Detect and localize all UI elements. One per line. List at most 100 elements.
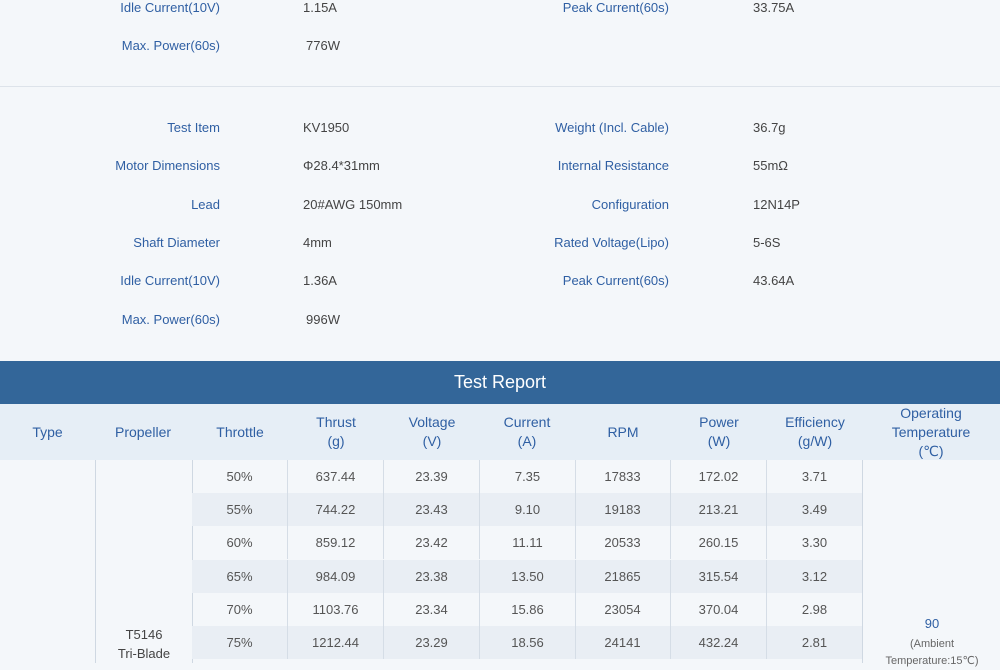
spec-row: Motor Dimensions Φ28.4*31mm Internal Res… [0,156,1000,176]
power-cell: 315.54 [671,560,767,593]
spec-value: 1.36A [303,273,337,288]
voltage-cell: 23.43 [384,493,480,526]
spec-value: 4mm [303,235,332,250]
table-body: T5146 Tri-Blade 50% 637.44 23.39 7.35 17… [0,460,1000,667]
voltage-cell: 23.38 [384,560,480,593]
spec-row: Max. Power(60s) 776W [0,36,1000,56]
efficiency-cell: 3.71 [767,460,863,493]
rpm-cell: 23054 [575,593,671,626]
thrust-cell: 859.12 [288,526,384,559]
throttle-cell: 55% [192,493,288,526]
table-header: Type Propeller Throttle Thrust (g) Voltag… [0,404,1000,460]
col-header-type: Type [32,423,63,440]
table-row: 60% 859.12 23.42 11.11 20533 260.15 3.30 [192,526,863,559]
col-header-efficiency: Efficiency (g/W) [785,414,845,449]
throttle-cell: 60% [192,526,288,559]
spec-label: Peak Current(60s) [562,273,669,288]
spec-label: Idle Current(10V) [120,273,220,288]
propeller-name: T5146 Tri-Blade [117,627,171,661]
spec-label: Weight (Incl. Cable) [555,120,669,135]
col-header-throttle: Throttle [216,423,264,440]
throttle-cell: 70% [192,593,288,626]
spec-label: Peak Current(60s) [562,0,669,15]
current-cell: 11.11 [480,526,576,559]
temperature-note: (Ambient Temperature:15℃) [885,638,979,667]
spec-row: Idle Current(10V) 1.15A Peak Current(60s… [0,0,1000,18]
col-header-voltage: Voltage (V) [408,414,456,449]
current-cell: 9.10 [480,493,576,526]
type-cell [0,460,95,663]
spec-label: Idle Current(10V) [120,0,220,15]
thrust-cell: 1103.76 [288,593,384,626]
voltage-cell: 23.34 [384,593,480,626]
efficiency-cell: 2.81 [767,626,863,659]
spec-row: Shaft Diameter 4mm Rated Voltage(Lipo) 5… [0,233,1000,253]
spec-value: 776W [306,38,340,53]
table-row: 70% 1103.76 23.34 15.86 23054 370.04 2.9… [192,593,863,626]
col-header-rpm: RPM [607,423,639,440]
test-report-title: Test Report [0,361,1000,404]
col-header-propeller: Propeller [114,423,172,440]
spec-value: KV1950 [303,120,350,135]
table-row: 65% 984.09 23.38 13.50 21865 315.54 3.12 [192,560,863,593]
rpm-cell: 24141 [575,626,671,659]
table-row: 75% 1212.44 23.29 18.56 24141 432.24 2.8… [192,626,863,659]
rpm-cell: 17833 [575,460,671,493]
current-cell: 7.35 [480,460,576,493]
current-cell: 13.50 [480,560,576,593]
spec-value: 12N14P [753,197,800,212]
thrust-cell: 637.44 [288,460,384,493]
spec-row: Test Item KV1950 Weight (Incl. Cable) 36… [0,118,1000,138]
efficiency-cell: 3.49 [767,493,863,526]
spec-value: 33.75A [753,0,795,15]
rpm-cell: 19183 [575,493,671,526]
power-cell: 370.04 [671,593,767,626]
col-header-temperature: Operating Temperature (℃) [891,404,971,459]
rpm-cell: 20533 [575,526,671,559]
voltage-cell: 23.42 [384,526,480,559]
thrust-cell: 984.09 [288,560,384,593]
spec-value: 36.7g [753,120,786,135]
voltage-cell: 23.39 [384,460,480,493]
spec-label: Max. Power(60s) [121,38,220,53]
spec-value: 996W [306,312,340,327]
throttle-cell: 65% [192,560,288,593]
power-cell: 432.24 [671,626,767,659]
spec-label: Max. Power(60s) [121,312,220,327]
efficiency-cell: 3.30 [767,526,863,559]
spec-label: Shaft Diameter [133,235,220,250]
thrust-cell: 1212.44 [288,626,384,659]
col-header-thrust: Thrust (g) [316,414,356,449]
spec-value: 20#AWG 150mm [303,197,403,212]
table-row: 55% 744.22 23.43 9.10 19183 213.21 3.49 [192,493,863,526]
spec-value: 43.64A [753,273,795,288]
current-cell: 18.56 [480,626,576,659]
col-header-power: Power (W) [699,414,739,449]
spec-label: Lead [191,197,220,212]
throttle-cell: 50% [192,460,288,493]
spec-value: 1.15A [303,0,337,15]
temperature-cell: 90 (Ambient Temperature:15℃) [862,460,1000,667]
section-divider [0,86,1000,87]
throttle-cell: 75% [192,626,288,659]
spec-row: Lead 20#AWG 150mm Configuration 12N14P [0,195,1000,215]
spec-row: Max. Power(60s) 996W [0,310,1000,330]
spec-label: Configuration [591,197,669,212]
power-cell: 260.15 [671,526,767,559]
spec-row: Idle Current(10V) 1.36A Peak Current(60s… [0,271,1000,291]
power-cell: 213.21 [671,493,767,526]
efficiency-cell: 2.98 [767,593,863,626]
spec-value: 55mΩ [753,158,789,173]
spec-label: Motor Dimensions [115,158,220,173]
spec-value: Φ28.4*31mm [303,158,380,173]
power-cell: 172.02 [671,460,767,493]
col-header-current: Current (A) [503,414,551,449]
thrust-cell: 744.22 [288,493,384,526]
spec-label: Internal Resistance [557,158,669,173]
voltage-cell: 23.29 [384,626,480,659]
propeller-cell: T5146 Tri-Blade [95,460,193,663]
spec-label: Test Item [167,120,220,135]
current-cell: 15.86 [480,593,576,626]
rpm-cell: 21865 [575,560,671,593]
spec-label: Rated Voltage(Lipo) [554,235,669,250]
